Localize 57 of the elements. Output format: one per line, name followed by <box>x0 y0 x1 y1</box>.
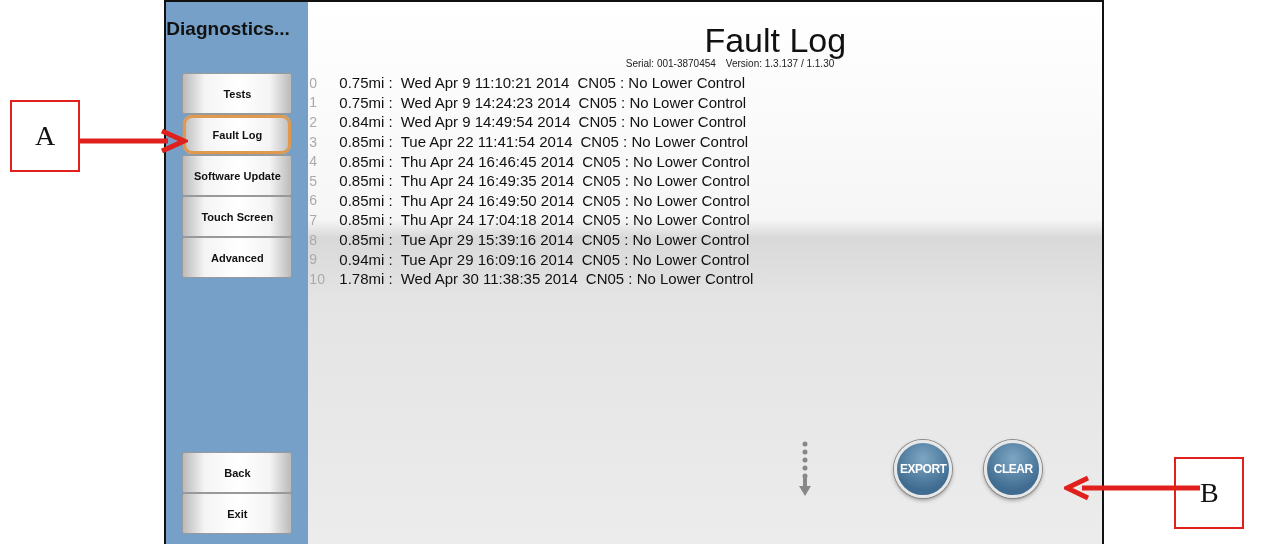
row-number: 6 <box>308 192 319 209</box>
row-number: 4 <box>308 153 319 170</box>
menu-button[interactable]: Tests <box>182 73 293 114</box>
fault-message: CN05 : No Lower Control <box>578 113 747 131</box>
timestamp-text: Wed Apr 9 14:24:23 2014 <box>400 93 571 111</box>
action-button[interactable]: EXPORT <box>894 440 953 498</box>
page-title: Fault Log <box>703 22 848 58</box>
mileage-text: 0.85mi : <box>339 231 393 249</box>
mileage-text: 0.85mi : <box>339 191 393 209</box>
menu-button[interactable]: Fault Log <box>182 114 293 155</box>
row-number: 0 <box>308 74 319 91</box>
fault-message: CN05 : No Lower Control <box>582 211 750 229</box>
serial-text: Serial: 001-3870454 <box>625 58 716 69</box>
scroll-down-icon <box>798 440 813 498</box>
callout-label: A <box>10 100 80 172</box>
sidebar-title: Diagnostics... <box>166 18 290 40</box>
row-number: 5 <box>308 172 319 189</box>
fault-message: CN05 : No Lower Control <box>581 231 750 249</box>
action-button[interactable]: CLEAR <box>984 440 1043 498</box>
fault-message: CN05 : No Lower Control <box>577 74 746 92</box>
mileage-text: 0.85mi : <box>339 172 393 190</box>
mileage-text: 0.85mi : <box>339 133 393 151</box>
row-number: 3 <box>308 133 319 150</box>
menu-button[interactable]: Advanced <box>182 237 293 278</box>
menu-button[interactable]: Back <box>182 452 293 493</box>
fault-message: CN05 : No Lower Control <box>582 191 750 209</box>
timestamp-text: Thu Apr 24 17:04:18 2014 <box>400 211 575 229</box>
row-number: 7 <box>308 211 319 228</box>
mileage-text: 0.85mi : <box>339 152 393 170</box>
fault-message: CN05 : No Lower Control <box>585 270 754 288</box>
fault-message: CN05 : No Lower Control <box>582 172 750 190</box>
row-number: 1 <box>308 94 319 111</box>
callout-label: B <box>1174 457 1245 529</box>
mileage-text: 0.75mi : <box>339 74 393 92</box>
version-text: Version: 1.3.137 / 1.1.30 <box>725 58 835 69</box>
mileage-text: 0.75mi : <box>339 93 393 111</box>
mileage-text: 0.94mi : <box>339 250 393 268</box>
mileage-text: 0.85mi : <box>339 211 393 229</box>
menu-button[interactable]: Software Update <box>182 155 293 196</box>
fault-message: CN05 : No Lower Control <box>582 152 750 170</box>
mileage-text: 1.78mi : <box>339 270 393 288</box>
mileage-text: 0.84mi : <box>339 113 393 131</box>
fault-message: CN05 : No Lower Control <box>578 93 747 111</box>
timestamp-text: Wed Apr 30 11:38:35 2014 <box>400 270 578 288</box>
timestamp-text: Tue Apr 29 16:09:16 2014 <box>400 250 574 268</box>
timestamp-text: Tue Apr 22 11:41:54 2014 <box>400 133 573 151</box>
timestamp-text: Thu Apr 24 16:49:50 2014 <box>400 191 575 209</box>
timestamp-text: Wed Apr 9 11:10:21 2014 <box>400 74 570 92</box>
menu-button[interactable]: Touch Screen <box>182 196 293 237</box>
timestamp-text: Thu Apr 24 16:46:45 2014 <box>400 152 575 170</box>
timestamp-text: Tue Apr 29 15:39:16 2014 <box>400 231 574 249</box>
timestamp-text: Wed Apr 9 14:49:54 2014 <box>400 113 571 131</box>
row-number: 2 <box>308 114 319 130</box>
menu-button[interactable]: Exit <box>182 493 293 534</box>
timestamp-text: Thu Apr 24 16:49:35 2014 <box>400 172 575 190</box>
fault-message: CN05 : No Lower Control <box>581 250 750 268</box>
fault-message: CN05 : No Lower Control <box>580 133 749 151</box>
